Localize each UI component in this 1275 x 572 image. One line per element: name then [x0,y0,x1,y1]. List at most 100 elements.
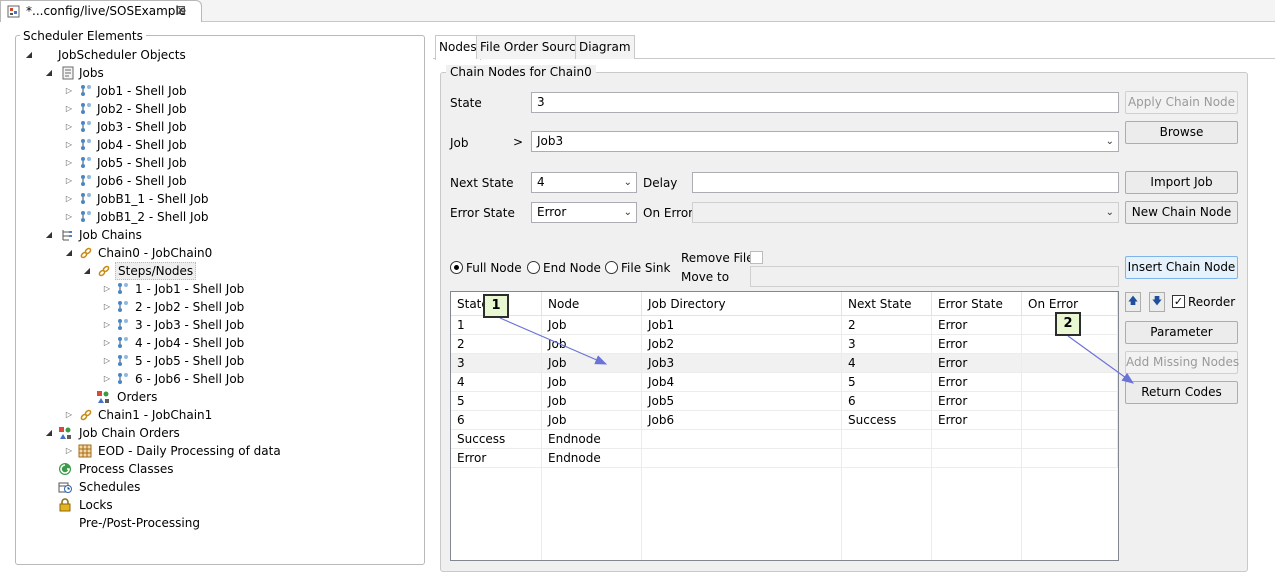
apply-chain-node-button[interactable]: Apply Chain Node [1125,91,1238,114]
job-browse-arrow[interactable]: > [513,135,523,149]
expand-arrow-icon[interactable]: ◢ [44,428,54,438]
tab-diagram[interactable]: Diagram [575,35,635,59]
process-class-icon [59,463,71,475]
collapse-arrow-icon[interactable]: ▷ [102,374,112,384]
collapse-arrow-icon[interactable]: ▷ [64,410,74,420]
cell-state: 6 [451,411,542,430]
cell-on-error [1022,430,1118,449]
table-row[interactable]: 4 Job Job4 5 Error [451,373,1118,392]
collapse-arrow-icon[interactable]: ▷ [64,122,74,132]
tree-item-label: Jobs [79,66,104,80]
cell-state: 2 [451,335,542,354]
job-chains-icon [62,230,72,241]
remove-file-checkbox[interactable] [750,251,763,264]
collapse-arrow-icon[interactable]: ▷ [64,212,74,222]
collapse-arrow-icon[interactable]: ▷ [64,86,74,96]
move-up-button[interactable]: 🡅 [1125,292,1141,312]
editor-tab[interactable]: *...config/live/SOSExample ⊠ [0,0,202,22]
collapse-arrow-icon[interactable]: ▷ [64,194,74,204]
file-sink-radio[interactable] [605,261,618,274]
column-header-job-directory[interactable]: Job Directory [642,292,842,316]
job-select[interactable]: Job3 ⌄ [531,131,1119,152]
cell-on-error [1022,354,1118,373]
cell-job-directory: Job5 [642,392,842,411]
expand-arrow-icon[interactable]: ◢ [24,50,34,60]
chevron-down-icon: ⌄ [1105,136,1114,147]
orders-icon [59,427,71,439]
full-node-radio[interactable] [450,261,463,274]
xml-file-icon [7,5,20,18]
delay-label: Delay [643,176,678,190]
table-row[interactable]: Error Endnode [451,449,1118,468]
shell-job-icon [81,85,91,96]
tab-file-order-source[interactable]: File Order Source [476,35,588,59]
job-chain-icon [80,247,92,259]
cell-node: Endnode [542,430,642,449]
jobs-folder-icon [62,66,74,80]
end-node-radio[interactable] [527,261,540,274]
collapse-arrow-icon[interactable]: ▷ [64,158,74,168]
shell-job-icon [81,193,91,204]
error-state-select[interactable]: Error ⌄ [531,202,637,223]
chevron-down-icon: ⌄ [1105,207,1114,218]
collapse-arrow-icon[interactable]: ▷ [64,176,74,186]
expand-arrow-icon[interactable]: ◢ [82,266,92,276]
tree-item-label: JobB1_2 - Shell Job [97,210,209,224]
chain-nodes-table[interactable]: State Node Job Directory Next State Erro… [450,291,1119,561]
expand-arrow-icon[interactable]: ◢ [64,248,74,258]
error-state-label: Error State [450,206,515,220]
table-row[interactable]: Success Endnode [451,430,1118,449]
arrow-down-icon: 🡇 [1151,296,1163,307]
cell-node: Job [542,354,642,373]
collapse-arrow-icon[interactable]: ▷ [102,320,112,330]
shell-job-icon [81,211,91,222]
collapse-arrow-icon[interactable]: ▷ [102,356,112,366]
collapse-arrow-icon[interactable]: ▷ [64,104,74,114]
chain-nodes-title: Chain Nodes for Chain0 [446,65,596,79]
add-missing-nodes-button[interactable]: Add Missing Nodes [1125,351,1239,374]
column-header-next-state[interactable]: Next State [842,292,932,316]
tab-nodes[interactable]: Nodes [435,35,481,60]
tree-item-label: Pre-/Post-Processing [79,516,200,530]
collapse-arrow-icon[interactable]: ▷ [102,338,112,348]
close-icon[interactable]: ⊠ [176,3,186,17]
tree-item-label: Schedules [79,480,141,494]
move-to-input[interactable] [750,266,1119,287]
expand-arrow-icon[interactable]: ◢ [44,230,54,240]
table-row[interactable]: 6 Job Job6 Success Error [451,411,1118,430]
insert-chain-node-button[interactable]: Insert Chain Node [1125,256,1238,279]
state-input[interactable]: 3 [531,92,1119,113]
shell-job-icon [81,139,91,150]
move-down-button[interactable]: 🡇 [1149,292,1165,312]
new-chain-node-button[interactable]: New Chain Node [1125,201,1238,224]
collapse-arrow-icon[interactable]: ▷ [102,284,112,294]
delay-input[interactable] [692,172,1119,193]
tree-item-label: 4 - Job4 - Shell Job [135,336,245,350]
tree-item-label: Job Chain Orders [79,426,180,440]
table-row[interactable]: 2 Job Job2 3 Error [451,335,1118,354]
reorder-checkbox[interactable]: ✓ [1172,295,1185,308]
tree-item-label: Job Chains [79,228,142,242]
table-row[interactable]: 3 Job Job3 4 Error [451,354,1118,373]
parameter-button[interactable]: Parameter [1125,321,1238,344]
order-grid-icon [78,444,92,458]
column-header-node[interactable]: Node [542,292,642,316]
tree-item-label: Orders [117,390,158,404]
collapse-arrow-icon[interactable]: ▷ [64,140,74,150]
import-job-button[interactable]: Import Job [1125,171,1238,194]
tree-item-label: Chain0 - JobChain0 [98,246,213,260]
shell-job-icon [118,355,128,366]
expand-arrow-icon[interactable]: ◢ [44,68,54,78]
on-error-select[interactable]: ⌄ [692,202,1119,223]
next-state-select[interactable]: 4 ⌄ [531,172,637,193]
cell-on-error [1022,392,1118,411]
column-header-error-state[interactable]: Error State [932,292,1022,316]
collapse-arrow-icon[interactable]: ▷ [64,446,74,456]
collapse-arrow-icon[interactable]: ▷ [102,302,112,312]
cell-state: 5 [451,392,542,411]
browse-button[interactable]: Browse [1125,121,1238,144]
cell-next-state [842,449,932,468]
table-row[interactable]: 1 Job Job1 2 Error [451,316,1118,335]
table-row[interactable]: 5 Job Job5 6 Error [451,392,1118,411]
return-codes-button[interactable]: Return Codes [1125,381,1238,404]
